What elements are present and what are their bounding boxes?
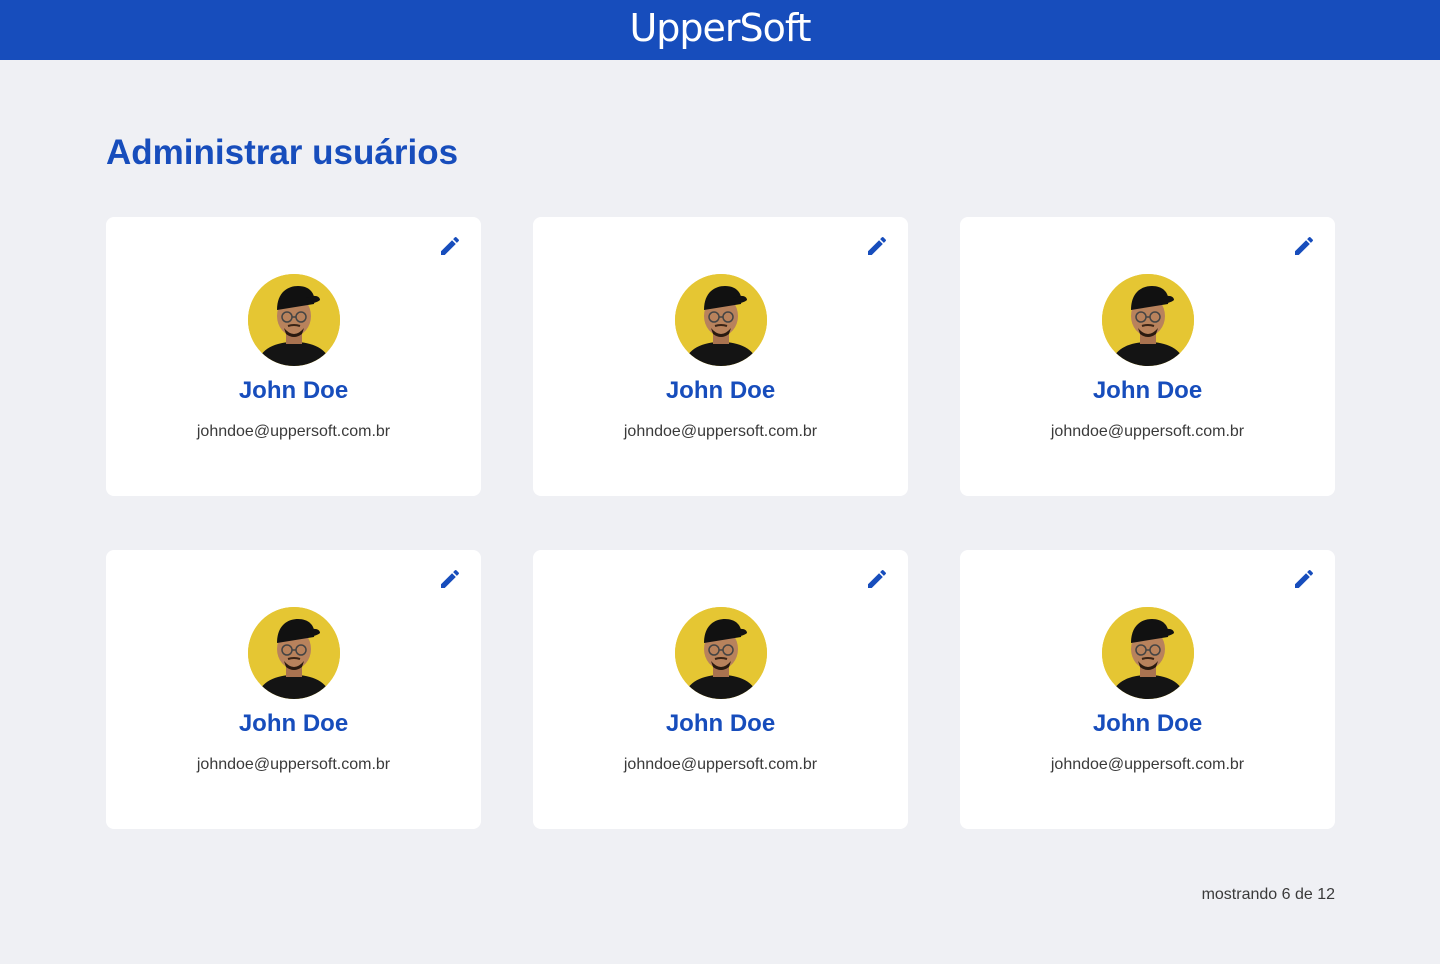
pencil-icon <box>1295 236 1314 255</box>
user-name: John Doe <box>1092 377 1203 404</box>
user-email: johndoe@uppersoft.com.br <box>196 756 391 773</box>
user-name: John Doe <box>238 710 349 737</box>
pencil-icon <box>1295 569 1314 588</box>
user-avatar <box>675 274 767 366</box>
user-name: John Doe <box>1092 710 1203 737</box>
user-avatar <box>1102 607 1194 699</box>
page-title: Administrar usuários <box>106 133 459 172</box>
pagination-status: mostrando 6 de 12 <box>1201 886 1335 903</box>
pencil-icon <box>441 569 460 588</box>
user-email: johndoe@uppersoft.com.br <box>1050 423 1245 440</box>
user-name: John Doe <box>665 710 776 737</box>
edit-user-button[interactable] <box>1291 233 1317 259</box>
edit-user-button[interactable] <box>437 233 463 259</box>
user-email: johndoe@uppersoft.com.br <box>1050 756 1245 773</box>
uppersoft-logo[interactable]: UpperSoft <box>629 9 811 47</box>
edit-user-button[interactable] <box>1291 566 1317 592</box>
user-avatar <box>1102 274 1194 366</box>
pencil-icon <box>868 569 887 588</box>
user-card: John Doe johndoe@uppersoft.com.br <box>960 550 1335 829</box>
user-card: John Doe johndoe@uppersoft.com.br <box>533 217 908 496</box>
user-card-grid: John Doe johndoe@uppersoft.com.br John D… <box>106 217 1335 829</box>
user-card: John Doe johndoe@uppersoft.com.br <box>960 217 1335 496</box>
user-email: johndoe@uppersoft.com.br <box>196 423 391 440</box>
edit-user-button[interactable] <box>864 233 890 259</box>
user-avatar <box>248 274 340 366</box>
user-card: John Doe johndoe@uppersoft.com.br <box>533 550 908 829</box>
user-avatar <box>248 607 340 699</box>
user-avatar <box>675 607 767 699</box>
user-email: johndoe@uppersoft.com.br <box>623 423 818 440</box>
edit-user-button[interactable] <box>437 566 463 592</box>
pencil-icon <box>868 236 887 255</box>
pencil-icon <box>441 236 460 255</box>
user-card: John Doe johndoe@uppersoft.com.br <box>106 217 481 496</box>
user-email: johndoe@uppersoft.com.br <box>623 756 818 773</box>
user-name: John Doe <box>665 377 776 404</box>
app-header: UpperSoft <box>0 0 1440 60</box>
user-card: John Doe johndoe@uppersoft.com.br <box>106 550 481 829</box>
user-name: John Doe <box>238 377 349 404</box>
edit-user-button[interactable] <box>864 566 890 592</box>
